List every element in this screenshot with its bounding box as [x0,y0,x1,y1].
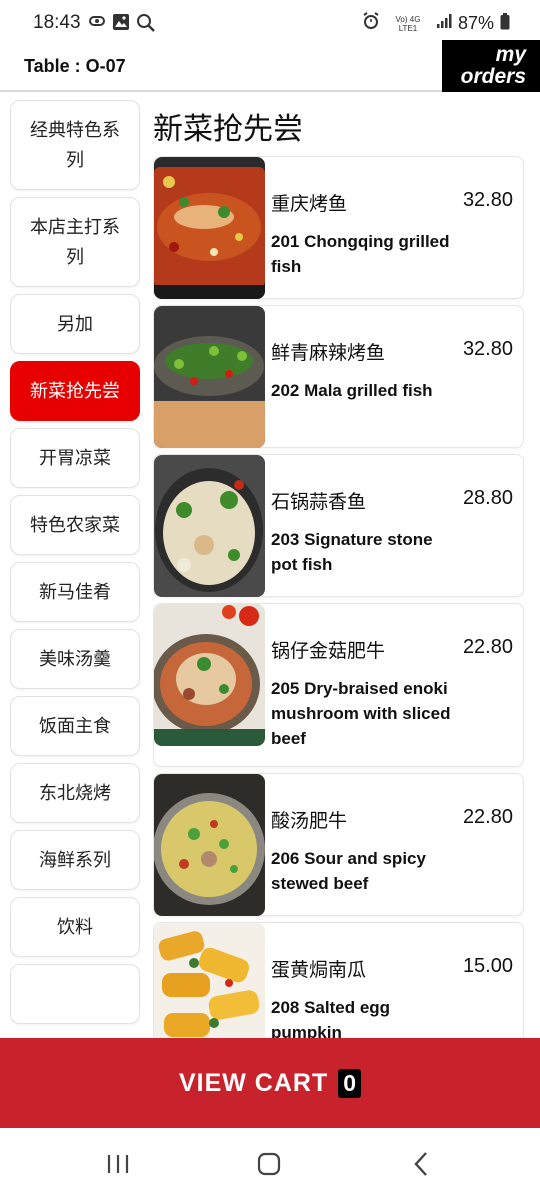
dish-card[interactable]: 石锅蒜香鱼 28.80 203 Signature stone pot fish [153,454,524,597]
enoki-beef-photo [154,604,265,746]
dish-price: 32.80 [462,338,513,360]
dish-name-zh: 鲜青麻辣烤鱼 [271,343,386,364]
home-button[interactable] [249,1148,289,1180]
app-header: Table : O-07 my orders [0,40,540,92]
battery-icon [500,12,510,35]
recent-apps-icon [107,1155,129,1173]
dish-name-en: 201 Chongqing grilled fish [271,232,450,276]
cart-count-badge: 0 [338,1068,362,1098]
alarm-icon [362,12,380,35]
category-label: 美味汤羹 [39,649,111,669]
category-item[interactable]: 特色农家菜 [10,495,140,555]
dish-name-zh: 蛋黄焗南瓜 [271,960,367,981]
dish-card[interactable]: 重庆烤鱼 32.80 201 Chongqing grilled fish [153,156,524,299]
gallery-icon [112,13,130,38]
category-label: 饭面主食 [39,716,111,736]
view-cart-button[interactable]: VIEW CART 0 [0,1038,540,1128]
dish-name-en: 203 Signature stone pot fish [271,530,433,574]
view-cart-label: VIEW CART [178,1068,329,1097]
screen-cast-icon [88,13,106,38]
category-item[interactable]: 经典特色系列 [10,100,140,190]
category-item[interactable] [10,964,140,1024]
stone-pot-fish-photo [154,455,265,597]
green-pepper-fish-photo [154,306,265,448]
my-orders-button[interactable]: my orders [442,40,540,92]
category-label: 东北烧烤 [39,783,111,803]
category-item[interactable]: 另加 [10,294,140,354]
dish-price: 22.80 [462,636,513,658]
category-label: 饮料 [57,917,93,937]
category-sidebar: 经典特色系列 本店主打系列 另加 新菜抢先尝 开胃凉菜 特色农家菜 新马佳肴 美… [10,100,140,1040]
category-item-active[interactable]: 新菜抢先尝 [10,361,140,421]
status-time: 18:43 [33,12,81,33]
system-nav-bar [0,1128,540,1200]
category-item[interactable]: 东北烧烤 [10,763,140,823]
category-item[interactable]: 美味汤羹 [10,629,140,689]
dish-name-en: 205 Dry-braised enoki mushroom with slic… [271,679,451,748]
table-label: Table : O-07 [24,56,126,76]
dish-name-en: 202 Mala grilled fish [271,381,433,400]
dish-card[interactable]: 蛋黄焗南瓜 15.00 208 Salted egg pumpkin [153,922,524,1038]
category-label: 特色农家菜 [30,515,120,535]
category-label: 另加 [57,314,93,334]
dish-card[interactable]: 锅仔金菇肥牛 22.80 205 Dry-braised enoki mushr… [153,603,524,767]
grilled-fish-photo [154,157,265,299]
dish-card[interactable]: 鲜青麻辣烤鱼 32.80 202 Mala grilled fish [153,305,524,448]
category-label: 新菜抢先尝 [30,381,120,401]
dish-name-zh: 酸汤肥牛 [271,811,348,832]
status-left-icons [88,13,156,38]
category-item[interactable]: 海鲜系列 [10,830,140,890]
dish-price: 22.80 [462,806,513,828]
back-button[interactable] [401,1148,441,1180]
dish-name-zh: 锅仔金菇肥牛 [271,641,386,662]
my-orders-line2: orders [460,65,526,88]
dish-list: 重庆烤鱼 32.80 201 Chongqing grilled fish 鲜青… [153,156,524,1038]
dish-price: 15.00 [462,955,513,977]
recent-apps-button[interactable] [98,1148,138,1180]
back-icon [414,1152,427,1176]
battery-level: 87% [457,13,494,33]
category-label: 新马佳肴 [39,582,111,602]
category-item[interactable]: 新马佳肴 [10,562,140,622]
salted-egg-pumpkin-photo [154,923,265,1038]
home-icon [257,1152,281,1176]
dish-card[interactable]: 酸汤肥牛 22.80 206 Sour and spicy stewed bee… [153,773,524,916]
category-item[interactable]: 饮料 [10,897,140,957]
search-icon [136,13,156,38]
status-bar: 18:43 Vo) 4G LTE1 87% [0,0,540,44]
category-label: 经典特色系列 [30,120,120,170]
category-label: 开胃凉菜 [39,448,111,468]
dish-name-zh: 石锅蒜香鱼 [271,492,367,513]
category-item[interactable]: 开胃凉菜 [10,428,140,488]
sour-beef-soup-photo [154,774,265,916]
category-label: 本店主打系列 [30,217,120,267]
dish-name-zh: 重庆烤鱼 [271,194,348,215]
status-right: Vo) 4G LTE1 87% [362,12,510,35]
dish-price: 28.80 [462,487,513,509]
category-label: 海鲜系列 [39,850,111,870]
network-indicator: Vo) 4G LTE1 [395,14,421,33]
section-title: 新菜抢先尝 [153,113,303,146]
signal-icon [436,13,452,34]
category-item[interactable]: 本店主打系列 [10,197,140,287]
dish-name-en: 206 Sour and spicy stewed beef [271,849,426,893]
dish-price: 32.80 [462,189,513,211]
dish-name-en: 208 Salted egg pumpkin [271,998,391,1038]
category-item[interactable]: 饭面主食 [10,696,140,756]
my-orders-line1: my [495,43,526,66]
